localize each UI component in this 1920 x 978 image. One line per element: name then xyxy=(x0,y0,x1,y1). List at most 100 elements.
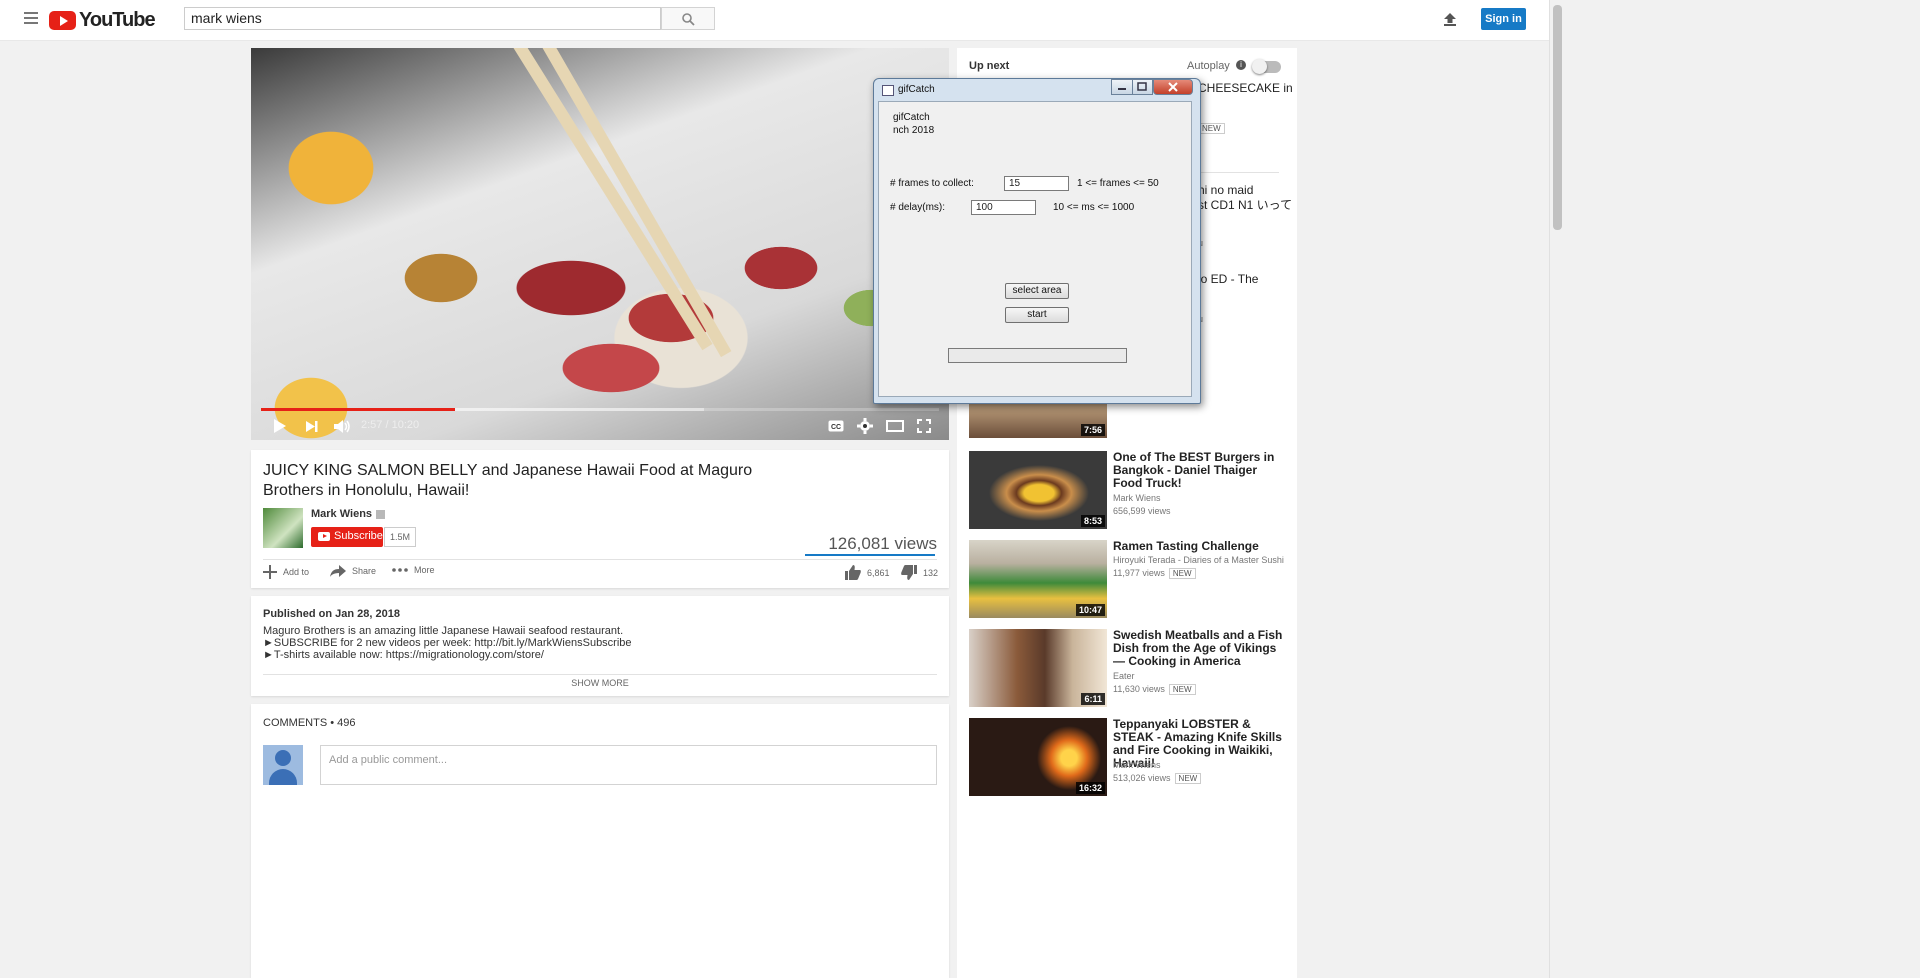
delay-hint: 10 <= ms <= 1000 xyxy=(1053,202,1135,213)
settings-icon[interactable] xyxy=(857,418,873,434)
fullscreen-icon[interactable] xyxy=(917,419,931,433)
add-to-button[interactable]: Add to xyxy=(263,565,309,579)
scrollbar-thumb[interactable] xyxy=(1553,5,1562,230)
delay-input[interactable]: 100 xyxy=(971,200,1036,215)
page-scrollbar[interactable] xyxy=(1549,0,1566,978)
video-channel: Hiroyuki Terada - Diaries of a Master Su… xyxy=(1113,555,1284,565)
youtube-icon xyxy=(318,532,330,541)
new-badge: NEW xyxy=(1168,684,1196,695)
channel-avatar[interactable] xyxy=(263,508,303,548)
related-video[interactable]: 8:53 One of The BEST Burgers in Bangkok … xyxy=(969,451,1289,529)
about-line: gifCatch xyxy=(893,112,930,123)
video-title: One of The BEST Burgers in Bangkok - Dan… xyxy=(1113,450,1275,490)
more-button[interactable]: More xyxy=(392,565,435,575)
close-button[interactable] xyxy=(1153,79,1193,95)
search-input[interactable]: mark wiens xyxy=(184,7,661,30)
info-icon[interactable]: i xyxy=(1236,60,1246,70)
video-views: 656,599 views xyxy=(1113,506,1171,516)
video-thumbnail: 8:53 xyxy=(969,451,1107,529)
video-views: 11,977 views xyxy=(1113,568,1165,578)
subscribe-button[interactable]: Subscribe xyxy=(311,527,383,547)
plus-icon xyxy=(263,565,277,579)
autoplay-label: Autoplay xyxy=(1187,60,1230,72)
search-button[interactable] xyxy=(661,7,715,30)
divider xyxy=(263,674,937,675)
description-line: Maguro Brothers is an amazing little Jap… xyxy=(263,625,624,637)
new-badge: NEW xyxy=(1198,123,1225,134)
thumbs-down-icon xyxy=(901,565,917,580)
autoplay-toggle[interactable] xyxy=(1252,59,1281,74)
frames-input[interactable]: 15 xyxy=(1004,176,1069,191)
maximize-button[interactable] xyxy=(1132,79,1153,95)
related-video[interactable]: 16:32 Teppanyaki LOBSTER & STEAK - Amazi… xyxy=(969,718,1289,796)
video-channel: Mark Wiens xyxy=(1113,493,1161,503)
like-count: 6,861 xyxy=(867,567,890,578)
comment-input[interactable]: Add a public comment... xyxy=(320,745,937,785)
dislike-count: 132 xyxy=(923,567,939,578)
seek-bar[interactable] xyxy=(261,408,939,411)
add-to-label: Add to xyxy=(283,567,310,577)
related-title-partial[interactable]: hi no maid xyxy=(1198,183,1253,197)
maximize-icon xyxy=(1137,82,1147,91)
related-title-partial[interactable]: io ED - The xyxy=(1198,272,1258,286)
related-title-partial[interactable]: st CD1 N1 いって xyxy=(1198,196,1292,213)
video-views: 11,630 views xyxy=(1113,684,1165,694)
frames-hint: 1 <= frames <= 50 xyxy=(1077,178,1159,189)
capture-progress-bar xyxy=(948,348,1127,363)
related-title-partial[interactable]: CHEESECAKE in xyxy=(1198,81,1293,95)
youtube-play-icon xyxy=(49,10,76,30)
app-icon xyxy=(882,85,894,96)
description-line[interactable]: ►SUBSCRIBE for 2 new videos per week: ht… xyxy=(263,637,632,649)
minimize-button[interactable] xyxy=(1111,79,1133,95)
player-controls: 2:57 / 10:20 CC xyxy=(251,414,949,440)
user-avatar-icon xyxy=(263,745,303,785)
upload-icon[interactable] xyxy=(1443,12,1457,26)
masthead: YouTube mark wiens Sign in xyxy=(0,0,1565,41)
video-title: Ramen Tasting Challenge xyxy=(1113,539,1259,553)
frames-label: # frames to collect: xyxy=(890,178,974,189)
share-button[interactable]: Share xyxy=(330,565,376,577)
verified-icon xyxy=(376,509,386,519)
show-more-button[interactable]: SHOW MORE xyxy=(251,678,949,688)
video-description: Published on Jan 28, 2018 Maguro Brother… xyxy=(251,596,949,696)
select-area-button[interactable]: select area xyxy=(1005,283,1069,299)
share-icon xyxy=(330,565,346,577)
volume-icon[interactable] xyxy=(333,419,351,434)
video-views-row: 11,977 views NEW xyxy=(1113,568,1196,579)
video-info: JUICY KING SALMON BELLY and Japanese Haw… xyxy=(251,450,949,588)
video-thumbnail: 6:11 xyxy=(969,629,1107,707)
start-button[interactable]: start xyxy=(1005,307,1069,323)
publish-date: Published on Jan 28, 2018 xyxy=(263,608,400,620)
menu-icon[interactable] xyxy=(24,12,38,24)
next-icon[interactable] xyxy=(305,420,319,433)
captions-icon[interactable]: CC xyxy=(828,420,844,432)
new-badge: NEW xyxy=(1168,568,1196,579)
subscriber-count: 1.5M xyxy=(384,527,416,547)
view-count: 126,081 views xyxy=(828,534,937,553)
more-label: More xyxy=(414,565,435,575)
like-button[interactable]: 6,861 xyxy=(845,565,890,580)
video-player[interactable]: 2:57 / 10:20 CC xyxy=(251,48,949,440)
related-video[interactable]: 10:47 Ramen Tasting Challenge Hiroyuki T… xyxy=(969,540,1289,618)
youtube-logo[interactable]: YouTube xyxy=(49,9,156,31)
dislike-button[interactable]: 132 xyxy=(901,565,938,580)
youtube-page: YouTube mark wiens Sign in 2:57 / 10:20 … xyxy=(0,0,1566,978)
like-ratio-bar xyxy=(805,554,935,556)
channel-name[interactable]: Mark Wiens xyxy=(311,508,386,520)
about-line: nch 2018 xyxy=(893,125,935,136)
video-duration: 8:53 xyxy=(1080,515,1105,527)
description-line[interactable]: ►T-shirts available now: https://migrati… xyxy=(263,649,544,661)
time-display: 2:57 / 10:20 xyxy=(361,419,420,431)
sign-in-button[interactable]: Sign in xyxy=(1481,8,1526,30)
video-duration: 10:47 xyxy=(1075,604,1105,616)
more-icon xyxy=(392,568,408,572)
theater-mode-icon[interactable] xyxy=(886,420,904,432)
comments-title: COMMENTS • 496 xyxy=(263,717,356,729)
delay-label: # delay(ms): xyxy=(890,202,946,213)
video-channel: Mark Wiens xyxy=(1113,760,1161,770)
comments-section: COMMENTS • 496 Add a public comment... xyxy=(251,704,949,978)
video-title: JUICY KING SALMON BELLY and Japanese Haw… xyxy=(263,462,753,499)
play-icon[interactable] xyxy=(273,418,287,434)
related-video[interactable]: 6:11 Swedish Meatballs and a Fish Dish f… xyxy=(969,629,1289,707)
close-icon xyxy=(1168,82,1178,92)
